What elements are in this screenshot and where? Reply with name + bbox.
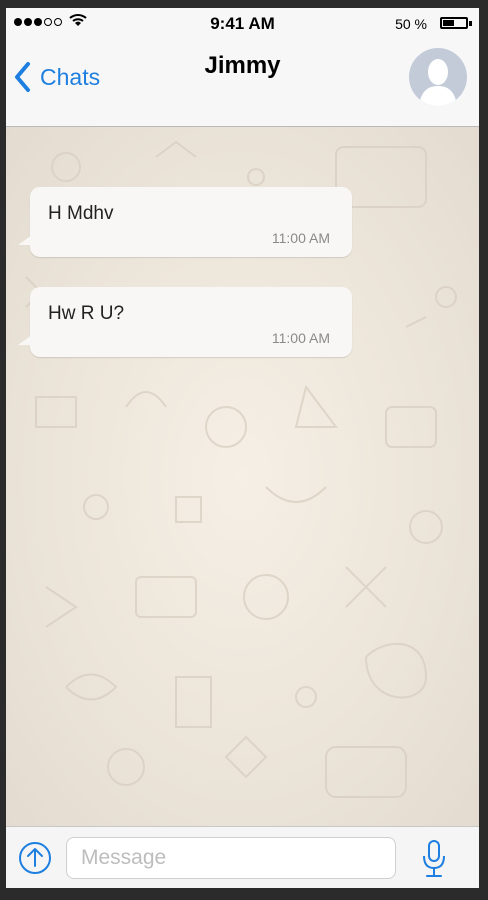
message-text: Hw R U? (48, 303, 125, 324)
phone-screen: 9:41 AM 50 % Chats Jimmy H Mdhv 11:00 AM… (6, 8, 479, 888)
message-time: 11:00 AM (271, 230, 330, 246)
message-bubble[interactable]: Hw R U? 11:00 AM (18, 287, 352, 357)
message-bubble[interactable]: H Mdhv 11:00 AM (18, 187, 352, 257)
message-input[interactable] (66, 837, 396, 879)
upload-icon[interactable] (18, 841, 52, 875)
battery-icon (440, 17, 468, 29)
avatar[interactable] (409, 48, 467, 106)
message-time: 11:00 AM (271, 330, 330, 346)
person-silhouette-icon (419, 59, 457, 106)
microphone-icon[interactable] (421, 839, 447, 879)
message-text: H Mdhv (48, 203, 114, 224)
nav-bar: Chats Jimmy (6, 38, 479, 127)
chat-area: H Mdhv 11:00 AM Hw R U? 11:00 AM (6, 127, 479, 827)
input-bar (6, 826, 479, 888)
battery-cap (469, 21, 472, 26)
status-bar: 9:41 AM 50 % (6, 8, 479, 38)
battery-level (443, 20, 454, 26)
battery-percentage: 50 % (395, 16, 427, 32)
